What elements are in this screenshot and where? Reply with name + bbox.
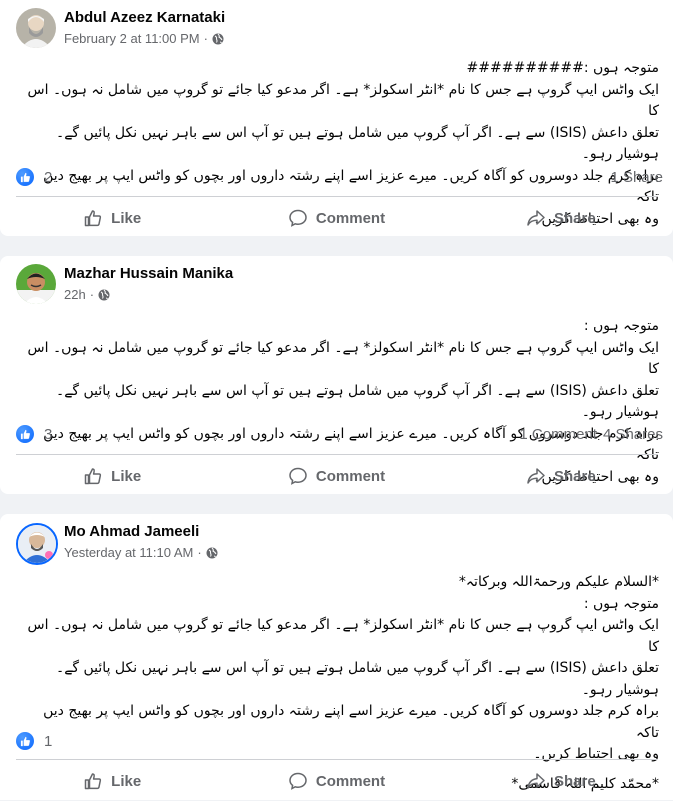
- author-name[interactable]: Mazhar Hussain Manika: [64, 265, 233, 282]
- divider: [16, 759, 657, 760]
- meta-separator: ·: [89, 287, 95, 302]
- share-arrow-icon: [527, 773, 545, 789]
- reactions-bar: 3 1 Comment 4 Shares: [16, 423, 663, 445]
- avatar[interactable]: [16, 264, 56, 304]
- body-line: *السلام علیکم ورحمۃاللہ وبرکاتہ*: [458, 574, 659, 590]
- shares-count[interactable]: 1 Share: [610, 169, 663, 186]
- comment-bubble-icon: [289, 467, 307, 485]
- share-button[interactable]: Share: [449, 771, 673, 791]
- meta-separator: ·: [203, 31, 208, 46]
- author-name[interactable]: Mo Ahmad Jameeli: [64, 523, 199, 540]
- globe-icon: [98, 289, 110, 300]
- post-card: Abdul Azeez Karnataki February 2 at 11:0…: [0, 0, 673, 236]
- like-label: Like: [111, 467, 142, 485]
- post-card: Mazhar Hussain Manika 22h · متوجہ ہوں : …: [0, 256, 673, 494]
- body-line: ایک واٹس ایپ گروپ ہے جس کا نام *انٹر اسک…: [23, 339, 659, 378]
- divider: [16, 454, 657, 455]
- action-bar: Like Comment Share: [0, 456, 673, 496]
- post-timestamp[interactable]: February 2 at 11:00 PM: [64, 31, 200, 46]
- reaction-count[interactable]: 3: [44, 426, 52, 443]
- avatar[interactable]: [16, 8, 56, 48]
- post-meta: Yesterday at 11:10 AM ·: [64, 545, 218, 560]
- post-timestamp[interactable]: Yesterday at 11:10 AM: [64, 545, 193, 560]
- share-label: Share: [553, 209, 596, 227]
- comment-button[interactable]: Comment: [224, 208, 448, 228]
- body-line: تعلق داعش (ISIS) سے ہے۔ اگر آپ گروپ میں …: [51, 382, 659, 421]
- reaction-count[interactable]: 1: [44, 733, 52, 750]
- body-line: متوجہ ہوں :: [583, 318, 659, 334]
- share-label: Share: [553, 772, 596, 790]
- comment-label: Comment: [315, 467, 386, 485]
- comment-bubble-icon: [289, 772, 307, 790]
- shares-count[interactable]: 4 Shares: [603, 426, 663, 443]
- divider: [16, 196, 657, 197]
- action-bar: Like Comment Share: [0, 198, 673, 238]
- like-button[interactable]: Like: [0, 466, 224, 486]
- like-label: Like: [111, 209, 142, 227]
- body-line: متوجہ ہوں :: [583, 595, 659, 612]
- like-button[interactable]: Like: [0, 208, 224, 228]
- body-line: ایک واٹس ایپ گروپ ہے جس کا نام *انٹر اسک…: [23, 81, 659, 120]
- post-meta: February 2 at 11:00 PM ·: [64, 31, 224, 46]
- thumbs-up-outline-icon: [84, 468, 102, 485]
- body-line: تعلق داعش (ISIS) سے ہے۔ اگر آپ گروپ میں …: [51, 124, 659, 163]
- globe-icon: [212, 33, 224, 44]
- share-label: Share: [553, 467, 596, 485]
- thumbs-up-outline-icon: [84, 773, 102, 790]
- share-button[interactable]: Share: [449, 466, 673, 486]
- thumbs-up-outline-icon: [84, 210, 102, 227]
- post-card: Mo Ahmad Jameeli Yesterday at 11:10 AM ·…: [0, 514, 673, 800]
- like-button[interactable]: Like: [0, 771, 224, 791]
- reaction-count[interactable]: 2: [44, 169, 52, 186]
- comment-button[interactable]: Comment: [224, 771, 448, 791]
- body-line: متوجہ ہوں :##########: [466, 60, 659, 76]
- thumbs-up-icon[interactable]: [16, 732, 34, 750]
- post-meta: 22h ·: [64, 287, 110, 302]
- comments-count[interactable]: 1 Comment: [519, 426, 597, 443]
- meta-separator: ·: [197, 545, 202, 560]
- avatar[interactable]: [16, 523, 58, 565]
- comment-label: Comment: [315, 772, 386, 790]
- action-bar: Like Comment Share: [0, 761, 673, 801]
- share-arrow-icon: [527, 210, 545, 226]
- thumbs-up-icon[interactable]: [16, 168, 34, 186]
- body-line: تعلق داعش (ISIS) سے ہے۔ اگر آپ گروپ میں …: [51, 660, 659, 698]
- reactions-bar: 2 1 Share: [16, 166, 663, 188]
- share-arrow-icon: [527, 468, 545, 484]
- reactions-bar: 1: [16, 730, 663, 752]
- thumbs-up-icon[interactable]: [16, 425, 34, 443]
- comment-label: Comment: [315, 209, 386, 227]
- like-label: Like: [111, 772, 142, 790]
- post-timestamp[interactable]: 22h: [64, 287, 86, 302]
- body-line: ایک واٹس ایپ گروپ ہے جس کا نام *انٹر اسک…: [23, 617, 659, 655]
- author-name[interactable]: Abdul Azeez Karnataki: [64, 9, 225, 26]
- comment-bubble-icon: [289, 209, 307, 227]
- share-button[interactable]: Share: [449, 208, 673, 228]
- comment-button[interactable]: Comment: [224, 466, 448, 486]
- globe-icon: [206, 547, 218, 558]
